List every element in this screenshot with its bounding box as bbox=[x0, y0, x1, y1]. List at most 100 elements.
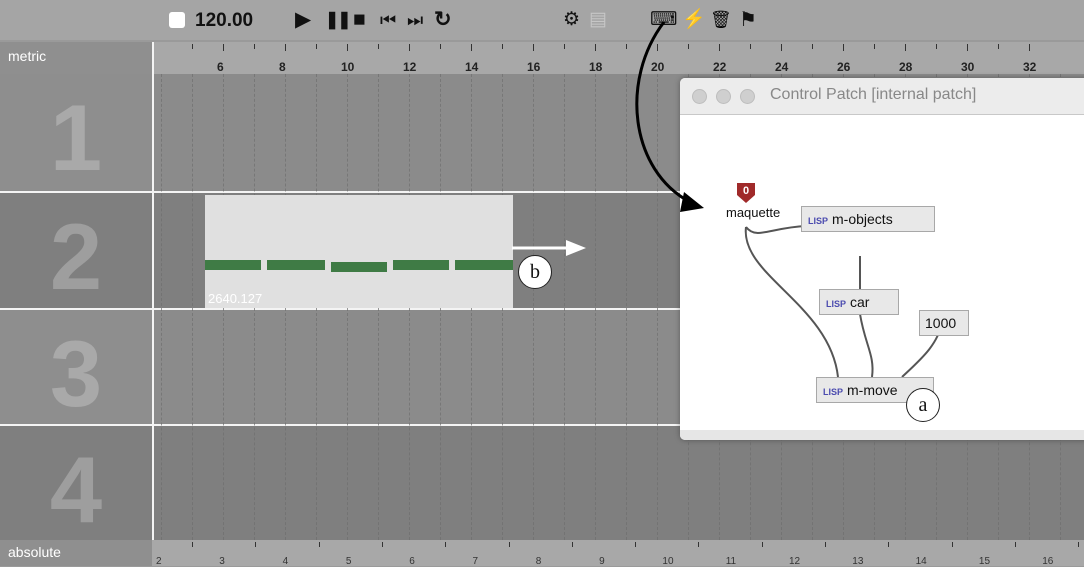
inlet-number: 0 bbox=[743, 185, 749, 197]
metric-tick-mark bbox=[1029, 44, 1030, 51]
m-objects-box[interactable]: LISP m-objects bbox=[801, 206, 935, 232]
grid-line bbox=[192, 74, 193, 540]
absolute-tick-mark bbox=[825, 542, 826, 547]
metric-tick-mark bbox=[967, 44, 968, 51]
metric-minor-tick bbox=[564, 44, 565, 49]
metric-tick-mark bbox=[843, 44, 844, 51]
window-title: Control Patch [internal patch] bbox=[770, 86, 977, 103]
number-value: 1000 bbox=[925, 315, 957, 331]
grid-line bbox=[161, 74, 162, 540]
absolute-tick-label: 7 bbox=[472, 556, 479, 567]
next-icon[interactable]: ⏭ bbox=[407, 6, 423, 34]
metric-minor-tick bbox=[254, 44, 255, 49]
play-icon[interactable]: ▶ bbox=[295, 6, 311, 34]
absolute-tick-label: 2 bbox=[156, 556, 162, 567]
absolute-tick-label: 5 bbox=[345, 556, 352, 567]
metric-tick-label: 14 bbox=[465, 60, 479, 74]
absolute-tick-label: 13 bbox=[852, 556, 864, 567]
note-bar bbox=[455, 260, 513, 270]
maximize-icon[interactable] bbox=[740, 89, 755, 104]
track-2-header[interactable]: 2 bbox=[0, 193, 152, 309]
metric-minor-tick bbox=[936, 44, 937, 49]
list-icon[interactable]: ▤ bbox=[589, 6, 607, 34]
absolute-ruler[interactable]: absolute 2 3 4 5 6 7 8 9 10 11 12 13 14 15 16 bbox=[0, 540, 1084, 567]
absolute-tick-label: 6 bbox=[409, 556, 415, 567]
metric-tick-label: 12 bbox=[403, 60, 417, 74]
absolute-tick-mark bbox=[381, 542, 383, 547]
metric-tick-label: 6 bbox=[217, 60, 224, 74]
note-bar bbox=[267, 260, 325, 270]
m-move-label: m-move bbox=[847, 382, 898, 398]
annotation-a: a bbox=[906, 388, 940, 422]
metric-tick-mark bbox=[905, 44, 906, 51]
hierarchy-icon[interactable]: ⚙ bbox=[563, 6, 580, 34]
tempo-checkbox[interactable] bbox=[169, 12, 185, 28]
metric-tick-label: 30 bbox=[961, 60, 975, 74]
control-patch-window[interactable]: Control Patch [internal patch] 0 maquett… bbox=[680, 78, 1084, 440]
metric-minor-tick bbox=[192, 44, 193, 49]
metric-tick-label: 32 bbox=[1023, 60, 1037, 74]
grid-line bbox=[564, 74, 565, 540]
track-4-header[interactable]: 4 bbox=[0, 426, 152, 542]
track-4-body[interactable] bbox=[154, 426, 1084, 540]
tempo-value[interactable]: 120.00 bbox=[195, 10, 253, 32]
track-3-number: 3 bbox=[49, 321, 103, 426]
previous-icon[interactable]: ⏮ bbox=[380, 6, 396, 34]
pause-icon[interactable]: ❚❚ bbox=[325, 6, 351, 34]
move-arrow-icon bbox=[512, 240, 586, 256]
absolute-ruler-label: absolute bbox=[0, 540, 152, 566]
track-1-header[interactable]: 1 bbox=[0, 74, 152, 191]
maquette-box[interactable]: 2640.127 bbox=[205, 195, 513, 308]
metric-tick-mark bbox=[595, 44, 596, 51]
track-header-divider bbox=[152, 42, 154, 540]
stop-icon[interactable]: ■ bbox=[353, 6, 366, 34]
metric-tick-mark bbox=[223, 44, 224, 51]
absolute-tick-mark bbox=[571, 542, 573, 547]
track-4[interactable]: 4 bbox=[0, 426, 1084, 542]
absolute-tick-mark bbox=[318, 542, 320, 547]
absolute-tick-mark bbox=[192, 542, 193, 547]
absolute-tick-mark bbox=[1014, 542, 1016, 547]
metric-tick-label: 26 bbox=[837, 60, 851, 74]
metric-minor-tick bbox=[502, 44, 503, 49]
loop-icon[interactable]: ↻ bbox=[434, 6, 452, 34]
metric-minor-tick bbox=[316, 44, 317, 49]
annotation-b: b bbox=[518, 255, 552, 289]
metric-tick-mark bbox=[285, 44, 286, 51]
absolute-tick-label: 10 bbox=[662, 556, 674, 567]
m-objects-label: m-objects bbox=[832, 211, 893, 227]
absolute-tick-mark bbox=[635, 542, 637, 547]
lisp-tag: LISP bbox=[823, 387, 844, 397]
metric-ruler[interactable]: metric 6 8 10 12 14 16 18 20 22 24 26 28 30 32 bbox=[0, 42, 1084, 74]
absolute-tick-label: 8 bbox=[535, 556, 542, 567]
patch-canvas[interactable]: 0 maquette LISP m-objects LISP car 1000 LI… bbox=[680, 115, 1084, 430]
number-box[interactable]: 1000 bbox=[919, 310, 969, 336]
metric-ruler-label: metric bbox=[0, 42, 152, 74]
toolbar: 120.00 ▶ ❚❚ ■ ⏮ ⏭ ↻ ⚙ ▤ ⌨ ⚡ 🗑 ⚑ bbox=[0, 0, 1084, 40]
metric-tick-mark bbox=[533, 44, 534, 51]
metric-tick-label: 24 bbox=[775, 60, 789, 74]
absolute-tick-mark bbox=[445, 542, 447, 547]
export-icon[interactable]: ⚑ bbox=[739, 6, 757, 34]
car-label: car bbox=[850, 294, 870, 310]
metric-minor-tick bbox=[378, 44, 379, 49]
absolute-tick-mark bbox=[508, 542, 510, 547]
absolute-tick-mark bbox=[761, 542, 763, 547]
metric-minor-tick bbox=[750, 44, 751, 49]
metric-tick-label: 18 bbox=[589, 60, 603, 74]
open-patch-arrow-icon bbox=[635, 21, 704, 212]
absolute-tick-label: 15 bbox=[978, 556, 991, 567]
absolute-tick-mark bbox=[698, 542, 700, 547]
window-titlebar[interactable]: Control Patch [internal patch] bbox=[680, 78, 1084, 115]
note-bar bbox=[205, 260, 261, 270]
lisp-tag: LISP bbox=[826, 299, 847, 309]
absolute-tick-label: 16 bbox=[1042, 556, 1054, 567]
track-4-number: 4 bbox=[49, 437, 103, 542]
metric-minor-tick bbox=[874, 44, 875, 49]
absolute-tick-mark bbox=[255, 542, 257, 547]
note-bar bbox=[331, 262, 387, 272]
track-3-header[interactable]: 3 bbox=[0, 310, 152, 426]
note-bar bbox=[393, 260, 449, 270]
lisp-tag: LISP bbox=[808, 216, 829, 226]
car-box[interactable]: LISP car bbox=[819, 289, 899, 315]
